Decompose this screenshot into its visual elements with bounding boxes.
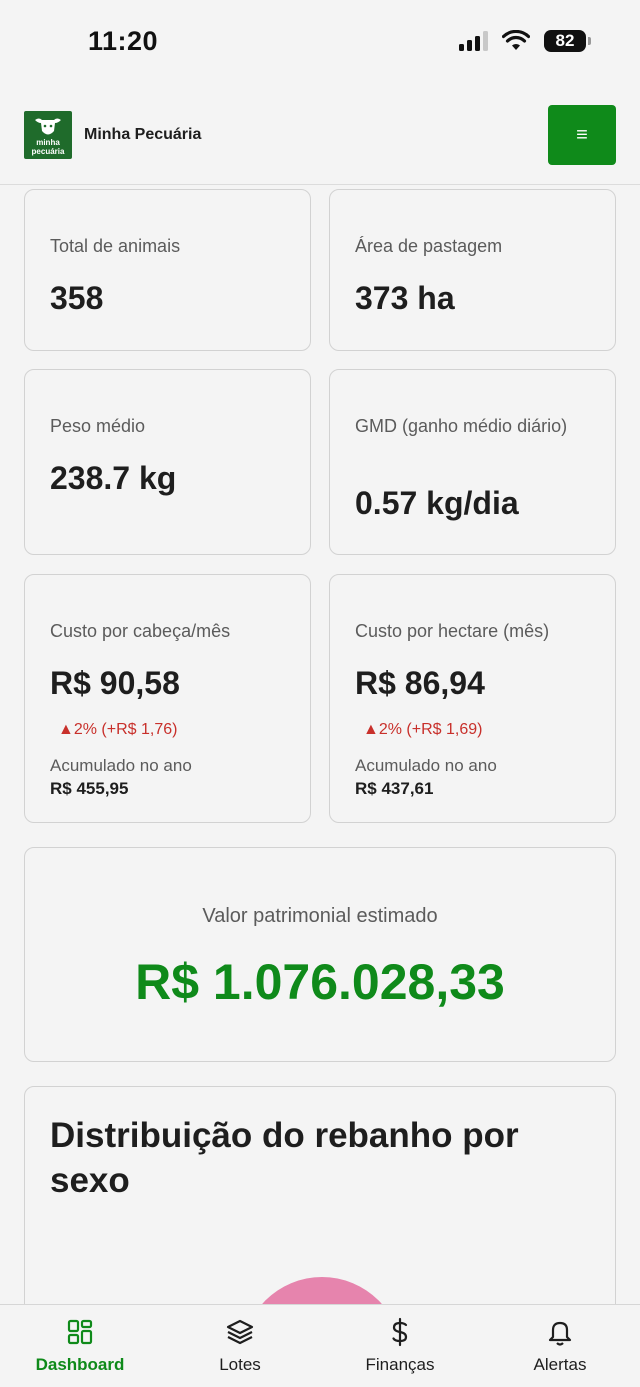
- patrimonio-value: R$ 1.076.028,33: [135, 954, 505, 1010]
- battery-icon: 82: [544, 30, 591, 52]
- nav-label: Finanças: [365, 1355, 435, 1374]
- bell-icon: [548, 1321, 572, 1346]
- logo-text: minha pecuária: [31, 138, 65, 156]
- stat-card-custo-hectare: Custo por hectare (mês) R$ 86,94 ▲2% (+R…: [329, 574, 616, 823]
- grid-icon: [67, 1319, 93, 1345]
- stat-label: Total de animais: [50, 236, 181, 256]
- stat-card-gmd: GMD (ganho médio diário) 0.57 kg/dia: [329, 369, 616, 555]
- stat-card-peso-medio: Peso médio 238.7 kg: [24, 369, 311, 555]
- stat-value: 373 ha: [355, 280, 455, 316]
- dollar-icon: [392, 1317, 408, 1347]
- menu-button[interactable]: ≡: [548, 105, 616, 165]
- accumulated-label: Acumulado no ano: [355, 756, 497, 775]
- nav-alertas[interactable]: Alertas: [480, 1305, 640, 1387]
- delta-badge: ▲2% (+R$ 1,76): [58, 721, 178, 738]
- patrimonio-card: Valor patrimonial estimado R$ 1.076.028,…: [24, 847, 616, 1062]
- stat-label: GMD (ganho médio diário): [355, 416, 568, 436]
- delta-badge: ▲2% (+R$ 1,69): [363, 721, 483, 738]
- app-title: Minha Pecuária: [84, 126, 202, 143]
- stat-card-total-animais: Total de animais 358: [24, 189, 311, 351]
- status-time: 11:20: [88, 26, 159, 56]
- stat-value: R$ 90,58: [50, 665, 180, 701]
- nav-dashboard[interactable]: Dashboard: [0, 1305, 160, 1387]
- stat-label: Custo por hectare (mês): [355, 621, 550, 641]
- stat-card-custo-cabeca: Custo por cabeça/mês R$ 90,58 ▲2% (+R$ 1…: [24, 574, 311, 823]
- status-icons: 82: [459, 30, 591, 52]
- accumulated-value: R$ 455,95: [50, 779, 129, 798]
- stat-card-area-pastagem: Área de pastagem 373 ha: [329, 189, 616, 351]
- layers-icon: [226, 1319, 254, 1345]
- stat-value: 238.7 kg: [50, 460, 177, 496]
- nav-label: Dashboard: [35, 1355, 125, 1374]
- accumulated-label: Acumulado no ano: [50, 756, 192, 775]
- nav-lotes[interactable]: Lotes: [160, 1305, 320, 1387]
- app-logo[interactable]: minha pecuária: [24, 111, 72, 159]
- nav-label: Lotes: [219, 1355, 261, 1374]
- wifi-icon: [502, 30, 530, 50]
- stat-value: R$ 86,94: [355, 665, 485, 701]
- stat-value: 358: [50, 280, 104, 316]
- hamburger-icon: ≡: [576, 123, 588, 146]
- stat-label: Peso médio: [50, 416, 146, 436]
- app-header: minha pecuária Minha Pecuária ≡: [0, 90, 640, 185]
- bottom-nav: Dashboard Lotes Finanças Alertas: [0, 1304, 640, 1387]
- distribution-title: Distribuição do rebanho por sexo: [50, 1116, 519, 1200]
- nav-label: Alertas: [533, 1355, 587, 1374]
- stat-label: Custo por cabeça/mês: [50, 621, 231, 641]
- patrimonio-label: Valor patrimonial estimado: [202, 905, 438, 927]
- accumulated-value: R$ 437,61: [355, 779, 434, 798]
- cellular-signal-icon: [459, 31, 488, 51]
- cow-icon: [35, 118, 61, 135]
- nav-financas[interactable]: Finanças: [320, 1305, 480, 1387]
- stat-value: 0.57 kg/dia: [355, 485, 519, 521]
- status-bar: 11:20 82: [0, 0, 640, 90]
- stat-label: Área de pastagem: [355, 236, 503, 256]
